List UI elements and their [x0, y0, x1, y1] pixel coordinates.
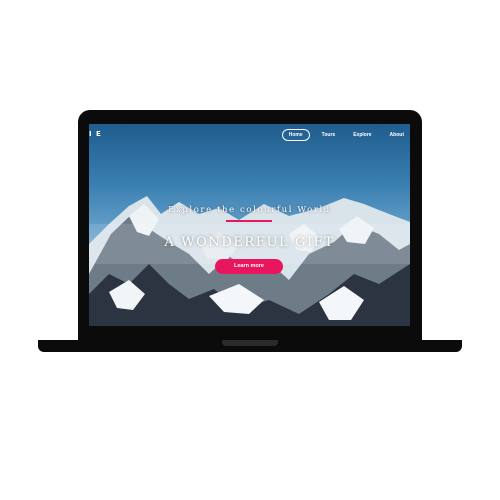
learn-more-button[interactable]: Learn more [215, 259, 283, 274]
laptop-mockup: I E Home Tours Explore About Explore the… [0, 0, 500, 500]
hero-section: Explore the colourful World A WONDERFUL … [89, 124, 410, 326]
hero-subtitle: Explore the colourful World [168, 205, 331, 215]
hero-title: A WONDERFUL GIFT [164, 235, 335, 250]
hero-divider [226, 220, 272, 222]
laptop-screen: I E Home Tours Explore About Explore the… [89, 124, 410, 326]
laptop-notch [222, 340, 278, 346]
